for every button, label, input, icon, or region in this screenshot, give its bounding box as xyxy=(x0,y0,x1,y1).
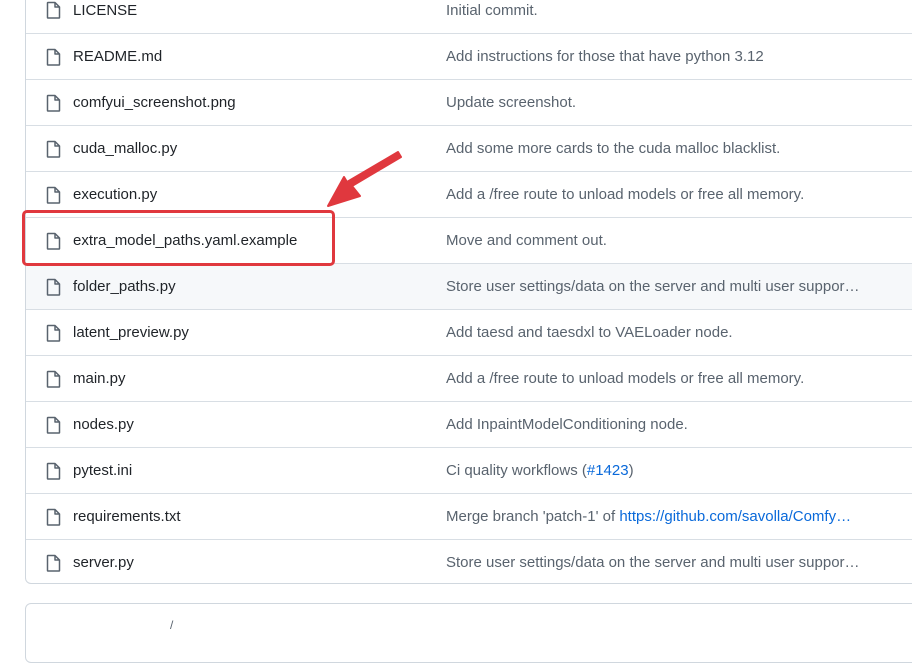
file-name[interactable]: main.py xyxy=(73,370,126,387)
file-icon xyxy=(46,508,61,526)
pull-request-link[interactable]: #1423 xyxy=(587,462,629,479)
file-icon xyxy=(46,1,61,19)
file-name[interactable]: LICENSE xyxy=(73,2,137,19)
file-row[interactable]: comfyui_screenshot.png Update screenshot… xyxy=(26,79,912,125)
file-icon xyxy=(46,186,61,204)
file-row[interactable]: folder_paths.py Store user settings/data… xyxy=(26,263,912,309)
commit-message-prefix: Merge branch 'patch-1' of xyxy=(446,508,620,525)
file-name[interactable]: nodes.py xyxy=(73,416,134,433)
file-icon xyxy=(46,370,61,388)
file-name[interactable]: latent_preview.py xyxy=(73,324,189,341)
file-icon xyxy=(46,278,61,296)
file-icon xyxy=(46,232,61,250)
commit-message[interactable]: Add instructions for those that have pyt… xyxy=(446,48,884,65)
file-name[interactable]: folder_paths.py xyxy=(73,278,176,295)
file-row[interactable]: pytest.ini Ci quality workflows (#1423) xyxy=(26,447,912,493)
commit-message[interactable]: Move and comment out. xyxy=(446,232,884,249)
readme-panel-glyph: / xyxy=(170,618,174,632)
file-row[interactable]: cuda_malloc.py Add some more cards to th… xyxy=(26,125,912,171)
file-name[interactable]: server.py xyxy=(73,554,134,571)
commit-message[interactable]: Update screenshot. xyxy=(446,94,884,111)
file-row[interactable]: extra_model_paths.yaml.example Move and … xyxy=(26,217,912,263)
readme-panel: / xyxy=(25,603,912,663)
commit-message[interactable]: Add taesd and taesdxl to VAELoader node. xyxy=(446,324,884,341)
file-row[interactable]: requirements.txt Merge branch 'patch-1' … xyxy=(26,493,912,539)
commit-message[interactable]: Store user settings/data on the server a… xyxy=(446,554,884,571)
file-name[interactable]: pytest.ini xyxy=(73,462,132,479)
file-icon xyxy=(46,48,61,66)
file-row[interactable]: main.py Add a /free route to unload mode… xyxy=(26,355,912,401)
file-name[interactable]: execution.py xyxy=(73,186,157,203)
file-name[interactable]: cuda_malloc.py xyxy=(73,140,177,157)
commit-message[interactable]: Add InpaintModelConditioning node. xyxy=(446,416,884,433)
commit-message[interactable]: Add a /free route to unload models or fr… xyxy=(446,186,884,203)
commit-message[interactable]: Add some more cards to the cuda malloc b… xyxy=(446,140,884,157)
commit-message-suffix: ) xyxy=(628,462,634,479)
file-icon xyxy=(46,324,61,342)
file-icon xyxy=(46,554,61,572)
commit-message[interactable]: Initial commit. xyxy=(446,2,884,19)
file-row[interactable]: latent_preview.py Add taesd and taesdxl … xyxy=(26,309,912,355)
commit-message[interactable]: Merge branch 'patch-1' of https://github… xyxy=(446,508,884,525)
file-list: LICENSE Initial commit. README.md Add in… xyxy=(25,0,912,584)
file-name[interactable]: extra_model_paths.yaml.example xyxy=(73,232,297,249)
file-row[interactable]: execution.py Add a /free route to unload… xyxy=(26,171,912,217)
commit-message-prefix: Ci quality workflows ( xyxy=(446,462,587,479)
file-name[interactable]: README.md xyxy=(73,48,162,65)
commit-message[interactable]: Store user settings/data on the server a… xyxy=(446,278,884,295)
commit-url-link[interactable]: https://github.com/savolla/Comfy… xyxy=(619,508,851,525)
commit-message[interactable]: Add a /free route to unload models or fr… xyxy=(446,370,884,387)
file-icon xyxy=(46,140,61,158)
file-name[interactable]: comfyui_screenshot.png xyxy=(73,94,236,111)
file-row[interactable]: server.py Store user settings/data on th… xyxy=(26,539,912,583)
file-icon xyxy=(46,462,61,480)
file-name[interactable]: requirements.txt xyxy=(73,508,181,525)
file-row[interactable]: LICENSE Initial commit. xyxy=(26,0,912,33)
file-row[interactable]: README.md Add instructions for those tha… xyxy=(26,33,912,79)
file-icon xyxy=(46,94,61,112)
file-icon xyxy=(46,416,61,434)
file-row[interactable]: nodes.py Add InpaintModelConditioning no… xyxy=(26,401,912,447)
commit-message[interactable]: Ci quality workflows (#1423) xyxy=(446,462,884,479)
